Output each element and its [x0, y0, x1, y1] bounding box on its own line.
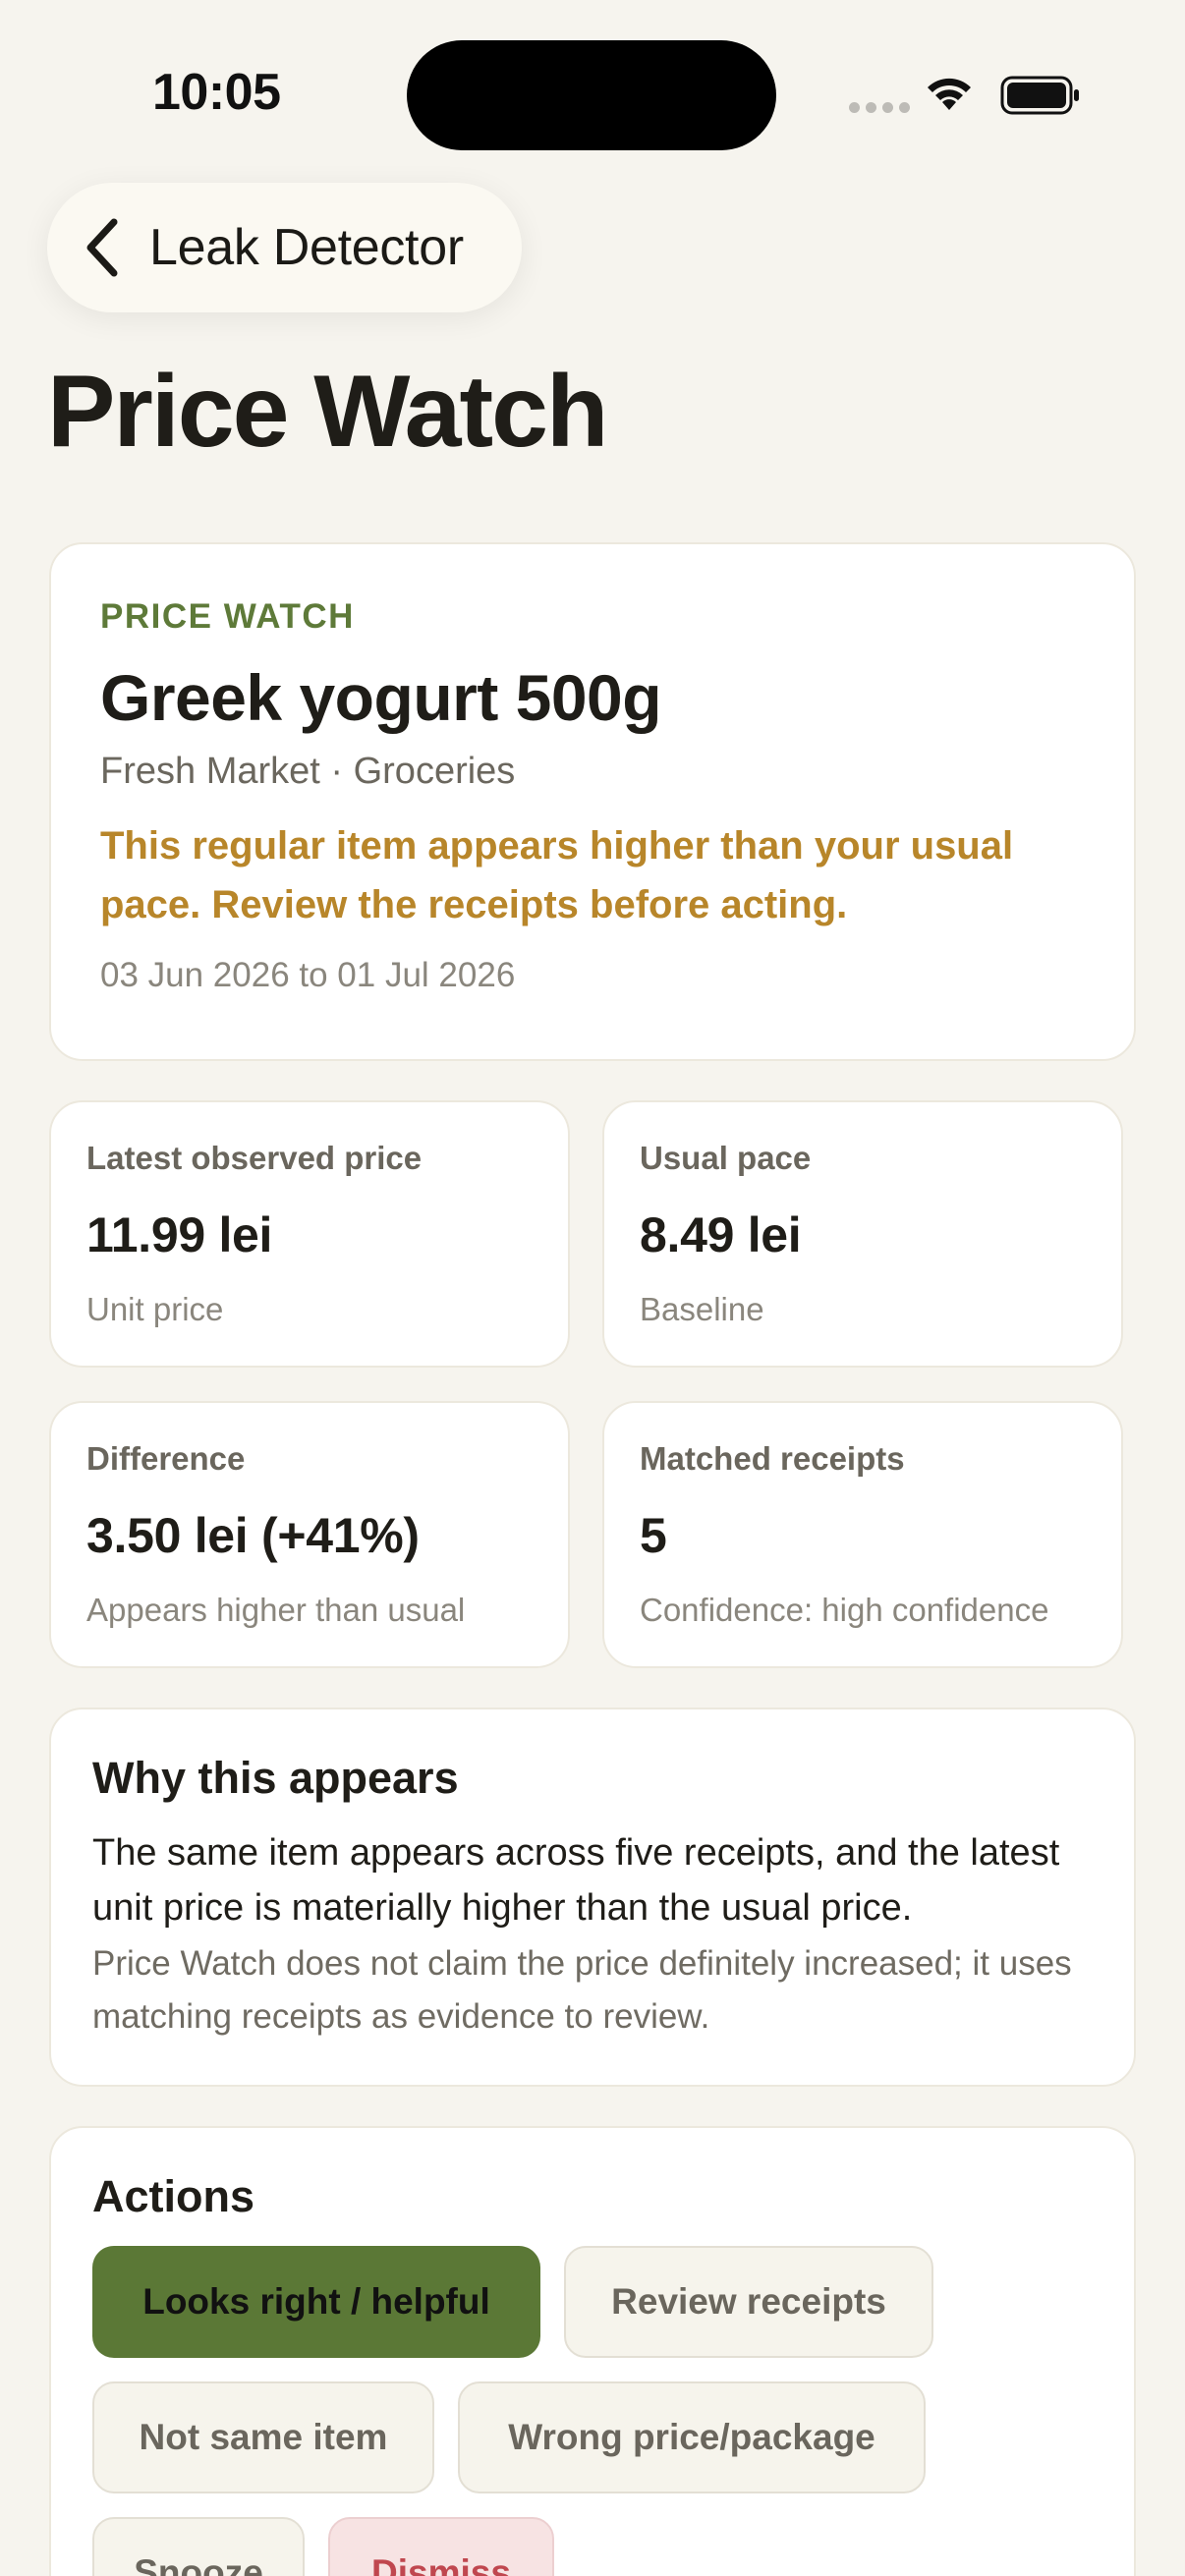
item-name: Greek yogurt 500g	[100, 661, 662, 734]
stat-value: 5	[640, 1508, 667, 1563]
date-range: 03 Jun 2026 to 01 Jul 2026	[100, 956, 516, 994]
stat-caption: Appears higher than usual	[86, 1592, 466, 1628]
dismiss-button[interactable]: Dismiss	[328, 2517, 554, 2576]
page-title: Price Watch	[47, 355, 608, 469]
stat-caption: Confidence: high confidence	[640, 1592, 1049, 1628]
why-heading: Why this appears	[92, 1753, 459, 1803]
why-note: Price Watch does not claim the price def…	[92, 1944, 1072, 2036]
why-this-appears-card: Why this appears The same item appears a…	[49, 1708, 1136, 2087]
stat-caption: Unit price	[86, 1291, 224, 1327]
actions-heading: Actions	[92, 2171, 255, 2221]
stat-value: 11.99 lei	[86, 1207, 273, 1262]
stat-value: 3.50 lei (+41%)	[86, 1508, 420, 1563]
card-eyebrow: PRICE WATCH	[100, 597, 355, 636]
battery-icon	[1000, 76, 1079, 115]
price-watch-screen: 10:05 Leak Detector Price Watch PRICE WA…	[0, 0, 1185, 2576]
stat-value: 8.49 lei	[640, 1207, 802, 1262]
stat-label: Difference	[86, 1440, 246, 1477]
not-same-item-button[interactable]: Not same item	[92, 2381, 434, 2493]
stat-label: Latest observed price	[86, 1140, 423, 1176]
wifi-icon	[928, 78, 971, 110]
stat-card-difference: Difference 3.50 lei (+41%) Appears highe…	[49, 1401, 570, 1668]
snooze-button[interactable]: Snooze	[92, 2517, 305, 2576]
stat-card-usual-pace: Usual pace 8.49 lei Baseline	[602, 1100, 1123, 1368]
stat-caption: Baseline	[640, 1291, 764, 1327]
why-body: The same item appears across five receip…	[92, 1832, 1060, 1929]
actions-card: Actions Looks right / helpful Review rec…	[49, 2126, 1136, 2576]
back-button[interactable]: Leak Detector	[47, 183, 522, 312]
status-time: 10:05	[152, 64, 281, 121]
back-button-label: Leak Detector	[149, 219, 464, 276]
warning-message: This regular item appears higher than yo…	[100, 824, 1014, 926]
review-receipts-button[interactable]: Review receipts	[564, 2246, 933, 2358]
looks-right-button[interactable]: Looks right / helpful	[92, 2246, 540, 2358]
stat-label: Usual pace	[640, 1140, 812, 1176]
wrong-price-package-button[interactable]: Wrong price/package	[458, 2381, 926, 2493]
price-watch-summary-card: PRICE WATCH Greek yogurt 500g Fresh Mark…	[49, 542, 1136, 1061]
stat-label: Matched receipts	[640, 1440, 905, 1477]
cellular-dots-icon	[849, 102, 910, 113]
merchant-category: Fresh Market · Groceries	[100, 751, 516, 792]
dynamic-island	[407, 40, 776, 150]
chevron-left-icon	[86, 218, 118, 277]
stat-card-matched-receipts: Matched receipts 5 Confidence: high conf…	[602, 1401, 1123, 1668]
stat-card-latest-price: Latest observed price 11.99 lei Unit pri…	[49, 1100, 570, 1368]
